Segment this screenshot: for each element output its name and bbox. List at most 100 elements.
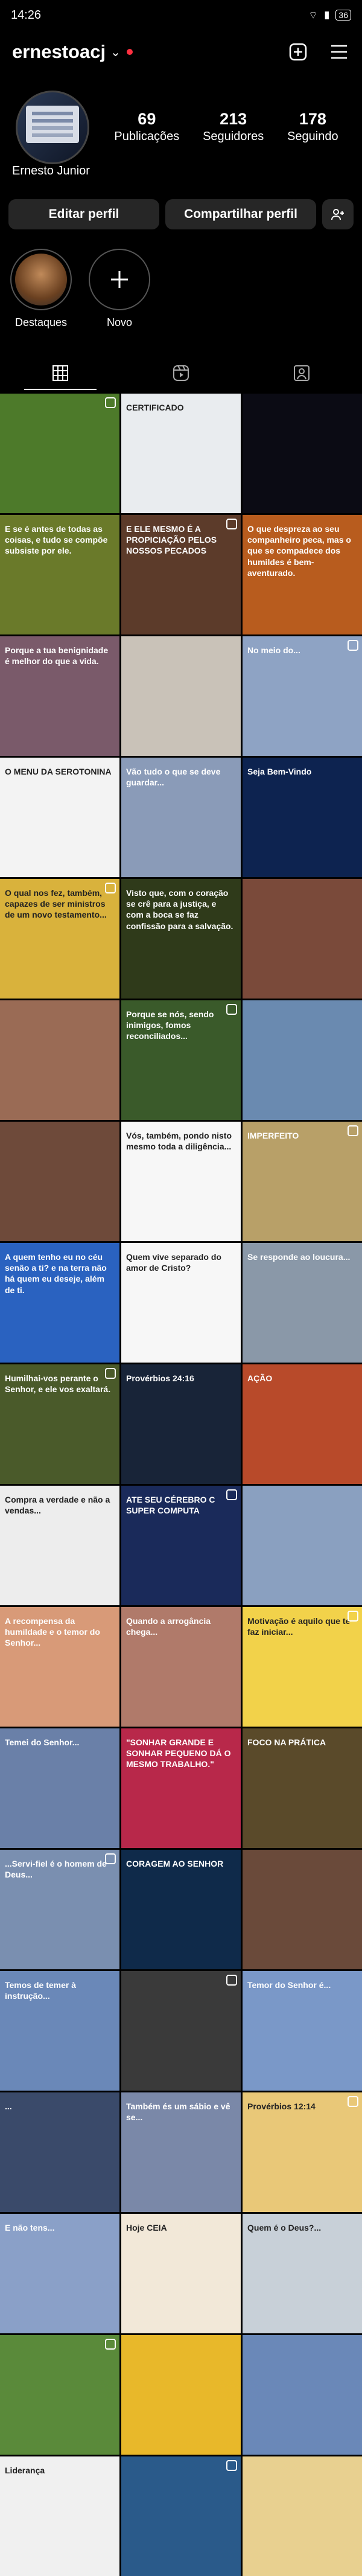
username[interactable]: ernestoacj (12, 41, 106, 63)
share-profile-button[interactable]: Compartilhar perfil (165, 199, 316, 229)
post-thumbnail[interactable] (243, 1486, 362, 1605)
post-thumbnail[interactable]: Temei do Senhor... (0, 1728, 119, 1848)
post-text: Seja Bem-Vindo (247, 767, 312, 776)
post-thumbnail[interactable]: Também és um sábio e vê se... (121, 2092, 241, 2212)
post-thumbnail[interactable]: Seja Bem-Vindo (243, 758, 362, 877)
post-thumbnail[interactable] (243, 2456, 362, 2576)
post-text: Vós, também, pondo nisto mesmo toda a di… (126, 1131, 232, 1152)
post-thumbnail[interactable]: Temor do Senhor é... (243, 1971, 362, 2091)
post-text: FOCO NA PRÁTICA (247, 1737, 326, 1747)
post-thumbnail[interactable] (243, 394, 362, 513)
post-thumbnail[interactable]: Porque a tua benignidade é melhor do que… (0, 636, 119, 756)
post-thumbnail[interactable]: Temos de temer à instrução... (0, 1971, 119, 2091)
post-thumbnail[interactable]: Liderança (0, 2456, 119, 2576)
post-thumbnail[interactable]: Provérbios 12:14 (243, 2092, 362, 2212)
post-text: Quando a arrogância chega... (126, 1616, 211, 1637)
post-thumbnail[interactable] (243, 2335, 362, 2455)
post-thumbnail[interactable] (0, 1122, 119, 1241)
post-text: IMPERFEITO (247, 1131, 299, 1140)
post-thumbnail[interactable] (0, 1000, 119, 1120)
post-thumbnail[interactable]: Vós, também, pondo nisto mesmo toda a di… (121, 1122, 241, 1241)
post-thumbnail[interactable]: Visto que, com o coração se crê para a j… (121, 879, 241, 999)
post-text: Vão tudo o que se deve guardar... (126, 767, 221, 788)
post-thumbnail[interactable] (121, 2335, 241, 2455)
post-text: AÇÃO (247, 1373, 273, 1383)
post-thumbnail[interactable]: "SONHAR GRANDE E SONHAR PEQUENO DÁ O MES… (121, 1728, 241, 1848)
stat-posts[interactable]: 69 Publicações (114, 110, 179, 144)
post-text: Humilhai-vos perante o Senhor, e ele vos… (5, 1373, 111, 1395)
highlight-cover (10, 249, 72, 310)
post-thumbnail[interactable]: E ELE MESMO É A PROPICIAÇÃO PELOS NOSSOS… (121, 515, 241, 634)
stat-label: Seguidores (203, 130, 264, 143)
tab-tagged[interactable] (241, 356, 362, 390)
post-thumbnail[interactable]: O que despreza ao seu companheiro peca, … (243, 515, 362, 634)
carousel-icon (348, 640, 358, 651)
post-text: O qual nos fez, também, capazes de ser m… (5, 888, 107, 920)
stat-value: 178 (299, 110, 326, 128)
post-thumbnail[interactable]: AÇÃO (243, 1364, 362, 1484)
post-thumbnail[interactable]: IMPERFEITO (243, 1122, 362, 1241)
add-user-button[interactable] (322, 199, 354, 229)
post-thumbnail[interactable]: Quem vive separado do amor de Cristo? (121, 1243, 241, 1363)
tab-grid[interactable] (0, 356, 121, 390)
stat-following[interactable]: 178 Seguindo (287, 110, 338, 144)
post-thumbnail[interactable] (243, 879, 362, 999)
post-thumbnail[interactable]: E se é antes de todas as coisas, e tudo … (0, 515, 119, 634)
post-thumbnail[interactable]: ... (0, 2092, 119, 2212)
post-text: ... (5, 2101, 12, 2111)
post-thumbnail[interactable]: Porque se nós, sendo inimigos, fomos rec… (121, 1000, 241, 1120)
menu-icon[interactable] (328, 41, 350, 63)
story-highlights: Destaques Novo (0, 249, 362, 339)
chevron-down-icon[interactable]: ⌄ (110, 45, 121, 60)
post-thumbnail[interactable]: Quem é o Deus?... (243, 2214, 362, 2333)
carousel-icon (105, 2339, 116, 2350)
post-thumbnail[interactable]: FOCO NA PRÁTICA (243, 1728, 362, 1848)
plus-icon (111, 271, 128, 288)
highlight-destaques[interactable]: Destaques (10, 249, 72, 329)
post-thumbnail[interactable] (121, 1971, 241, 2091)
tab-reels[interactable] (121, 356, 241, 390)
post-thumbnail[interactable]: Provérbios 24:16 (121, 1364, 241, 1484)
post-thumbnail[interactable]: O qual nos fez, também, capazes de ser m… (0, 879, 119, 999)
carousel-icon (105, 1368, 116, 1379)
post-thumbnail[interactable]: CORAGEM AO SENHOR (121, 1850, 241, 1969)
post-thumbnail[interactable]: O MENU DA SEROTONINA (0, 758, 119, 877)
post-thumbnail[interactable]: E não tens... (0, 2214, 119, 2333)
post-thumbnail[interactable]: Se responde ao loucura... (243, 1243, 362, 1363)
post-thumbnail[interactable] (243, 1000, 362, 1120)
avatar[interactable] (16, 91, 89, 164)
post-thumbnail[interactable]: Vão tudo o que se deve guardar... (121, 758, 241, 877)
post-thumbnail[interactable]: A recompensa da humildade e o temor do S… (0, 1607, 119, 1727)
post-thumbnail[interactable] (0, 2335, 119, 2455)
carousel-icon (105, 1853, 116, 1864)
post-text: Se responde ao loucura... (247, 1252, 351, 1262)
carousel-icon (226, 1489, 237, 1500)
post-text: No meio do... (247, 645, 300, 655)
post-thumbnail[interactable]: A quem tenho eu no céu senão a ti? e na … (0, 1243, 119, 1363)
post-thumbnail[interactable] (121, 2456, 241, 2576)
post-text: A recompensa da humildade e o temor do S… (5, 1616, 100, 1648)
carousel-icon (226, 519, 237, 529)
highlight-new[interactable]: Novo (88, 249, 151, 329)
post-thumbnail[interactable] (243, 1850, 362, 1969)
battery-icon: 36 (335, 10, 351, 21)
post-thumbnail[interactable] (121, 636, 241, 756)
post-thumbnail[interactable]: ...Servi-fiel é o homem de Deus... (0, 1850, 119, 1969)
post-thumbnail[interactable]: Motivação é aquilo que te faz iniciar... (243, 1607, 362, 1727)
post-text: Temei do Senhor... (5, 1737, 80, 1747)
post-thumbnail[interactable]: ATE SEU CÉREBRO C SUPER COMPUTA (121, 1486, 241, 1605)
edit-profile-button[interactable]: Editar perfil (8, 199, 159, 229)
post-text: Provérbios 12:14 (247, 2101, 316, 2111)
stat-followers[interactable]: 213 Seguidores (203, 110, 264, 144)
add-post-icon[interactable] (287, 41, 309, 63)
post-thumbnail[interactable]: Hoje CEIA (121, 2214, 241, 2333)
post-thumbnail[interactable]: Humilhai-vos perante o Senhor, e ele vos… (0, 1364, 119, 1484)
post-thumbnail[interactable]: Quando a arrogância chega... (121, 1607, 241, 1727)
post-thumbnail[interactable]: No meio do... (243, 636, 362, 756)
profile-stats: 69 Publicações 213 Seguidores 178 Seguin… (103, 110, 350, 144)
notification-dot (126, 49, 133, 55)
stat-value: 213 (220, 110, 247, 128)
post-thumbnail[interactable]: Compra a verdade e não a vendas... (0, 1486, 119, 1605)
post-thumbnail[interactable] (0, 394, 119, 513)
post-thumbnail[interactable]: CERTIFICADO (121, 394, 241, 513)
